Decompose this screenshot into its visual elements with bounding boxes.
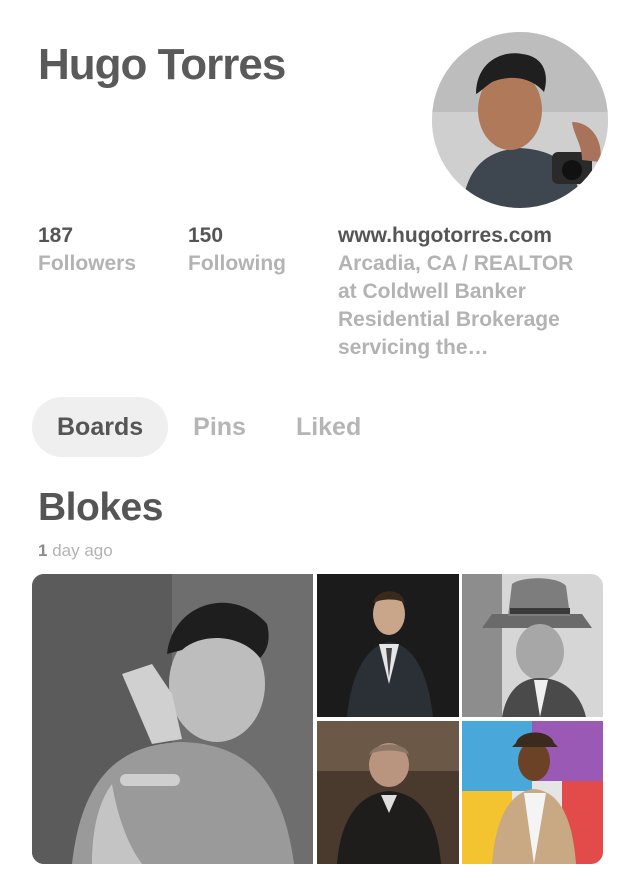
board-image-3-photo: [462, 574, 603, 717]
profile-tabs: Boards Pins Liked: [32, 397, 386, 457]
board-image-main-photo: [32, 574, 313, 864]
board-timestamp: 1 day ago: [38, 541, 113, 561]
bio-line: Arcadia, CA / REALTOR: [338, 252, 574, 275]
followers-label: Followers: [38, 252, 137, 275]
board-image-2[interactable]: [317, 574, 459, 717]
following-count: 150: [188, 224, 224, 247]
avatar[interactable]: [432, 32, 608, 208]
board-image-4[interactable]: [317, 721, 459, 864]
bio-line: at Coldwell Banker: [338, 280, 526, 303]
board-time-suffix: day ago: [47, 541, 113, 560]
followers-stat[interactable]: 187 Followers: [38, 222, 136, 278]
bio-line: servicing the…: [338, 336, 489, 359]
bio-line: Residential Brokerage: [338, 308, 560, 331]
board-cover-grid[interactable]: [32, 574, 603, 864]
board-title[interactable]: Blokes: [38, 486, 163, 530]
tab-boards[interactable]: Boards: [32, 397, 169, 457]
following-stat[interactable]: 150 Following: [188, 222, 286, 278]
followers-count: 187: [38, 224, 74, 247]
profile-bio: www.hugotorres.com Arcadia, CA / REALTOR…: [338, 222, 618, 362]
board-image-5[interactable]: [462, 721, 603, 864]
profile-name: Hugo Torres: [38, 40, 286, 89]
board-image-4-photo: [317, 721, 459, 864]
website-link[interactable]: www.hugotorres.com: [338, 222, 618, 250]
board-image-main[interactable]: [32, 574, 313, 864]
tab-pins[interactable]: Pins: [168, 397, 271, 457]
avatar-photo: [432, 32, 608, 208]
board-image-2-photo: [317, 574, 459, 717]
board-image-5-photo: [462, 721, 603, 864]
following-label: Following: [188, 252, 286, 275]
board-image-3[interactable]: [462, 574, 603, 717]
tab-liked[interactable]: Liked: [271, 397, 386, 457]
